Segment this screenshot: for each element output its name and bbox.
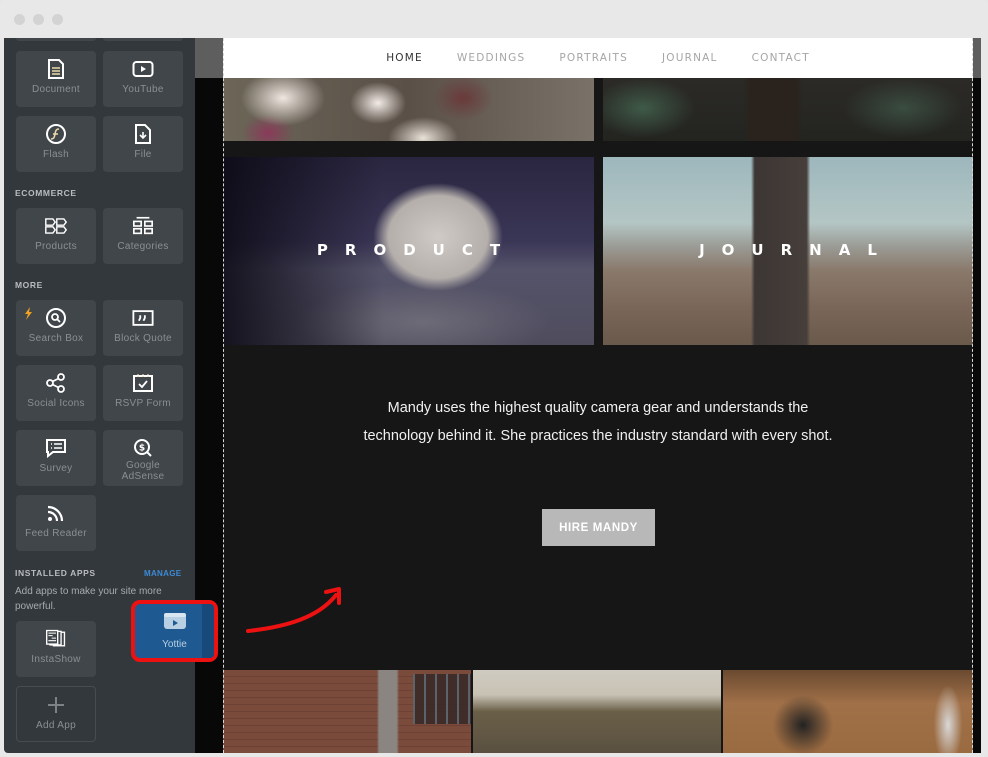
tile-label: Survey: [39, 463, 73, 474]
wedding-couple-photo: [723, 670, 973, 753]
tile-flash[interactable]: Flash: [16, 116, 96, 172]
tile-above-edge: [103, 38, 183, 41]
site-tagline: Mandy uses the highest quality camera ge…: [223, 394, 973, 450]
photographer-photo: [473, 670, 721, 753]
tile-label: Products: [35, 241, 77, 252]
drag-direction-arrow-icon: [246, 587, 341, 633]
layout-guide-right: [972, 38, 973, 753]
product-tile[interactable]: PRODUCT: [223, 157, 594, 345]
journal-tile[interactable]: JOURNAL: [603, 157, 973, 345]
rss-icon: [45, 502, 67, 524]
tile-above-edge: [16, 38, 96, 41]
instashow-icon: [45, 628, 67, 650]
tile-label: Social Icons: [27, 398, 85, 409]
yottie-label: Yottie: [162, 639, 187, 650]
tagline-line: Mandy uses the highest quality camera ge…: [387, 400, 809, 416]
tile-categories[interactable]: Categories: [103, 208, 183, 264]
survey-icon: [45, 437, 67, 459]
tile-rsvp-form[interactable]: RSVP Form: [103, 365, 183, 421]
tile-label: Add App: [36, 720, 76, 731]
site-canvas: HOME WEDDINGS PORTRAITS JOURNAL CONTACT …: [195, 38, 981, 753]
svg-text:$: $: [139, 444, 145, 454]
products-icon: [45, 215, 67, 237]
tile-label: InstaShow: [31, 654, 81, 665]
section-label-more: MORE: [15, 280, 43, 290]
youtube-icon: [132, 58, 154, 80]
tagline-line: technology behind it. She practices the …: [363, 428, 833, 444]
nav-journal[interactable]: JOURNAL: [662, 52, 718, 64]
tile-label-line: AdSense: [121, 471, 165, 482]
plus-icon: [45, 694, 67, 716]
layout-guide-left: [223, 38, 224, 753]
document-icon: [45, 58, 67, 80]
window-controls: [14, 14, 63, 25]
drag-tile-shade: [202, 604, 214, 658]
tile-instashow[interactable]: InstaShow: [16, 621, 96, 677]
flash-icon: [45, 123, 67, 145]
nav-home[interactable]: HOME: [386, 52, 423, 64]
tile-products[interactable]: Products: [16, 208, 96, 264]
yottie-icon: [163, 612, 187, 635]
portrait-photo: [603, 78, 973, 141]
search-icon: [45, 307, 67, 329]
calendar-check-icon: [132, 372, 154, 394]
section-label-installed-apps: INSTALLED APPS: [15, 568, 96, 578]
tile-label: Search Box: [28, 333, 84, 344]
tile-label: File: [134, 149, 152, 160]
journal-tile-title: JOURNAL: [699, 241, 894, 259]
tile-feed-reader[interactable]: Feed Reader: [16, 495, 96, 551]
categories-icon: [132, 215, 154, 237]
tile-label: Categories: [117, 241, 169, 252]
share-icon: [45, 372, 67, 394]
nav-portraits[interactable]: PORTRAITS: [559, 52, 628, 64]
product-tile-title: PRODUCT: [316, 241, 518, 259]
flowers-photo: [223, 78, 594, 141]
adsense-icon: $: [132, 437, 154, 459]
window-grate: [413, 674, 471, 724]
tile-label: RSVP Form: [115, 398, 171, 409]
nav-weddings[interactable]: WEDDINGS: [457, 52, 526, 64]
hire-mandy-button[interactable]: HIRE MANDY: [542, 509, 655, 546]
tile-label-line: Google: [125, 460, 161, 471]
section-label-ecommerce: ECOMMERCE: [15, 188, 77, 198]
tile-survey[interactable]: Survey: [16, 430, 96, 486]
file-icon: [132, 123, 154, 145]
tile-label: Document: [32, 84, 80, 95]
nav-contact[interactable]: CONTACT: [752, 52, 810, 64]
tile-label: Feed Reader: [25, 528, 87, 539]
lightning-icon: [24, 307, 33, 325]
tile-document[interactable]: Document: [16, 51, 96, 107]
minimize-dot[interactable]: [33, 14, 44, 25]
browser-window: Document YouTube Flash File ECOMMERCE Pr…: [0, 0, 988, 757]
tile-search-box[interactable]: Search Box: [16, 300, 96, 356]
site-nav: HOME WEDDINGS PORTRAITS JOURNAL CONTACT: [223, 38, 973, 78]
manage-apps-link[interactable]: MANAGE: [144, 569, 181, 578]
tile-social-icons[interactable]: Social Icons: [16, 365, 96, 421]
tile-youtube[interactable]: YouTube: [103, 51, 183, 107]
site-preview: HOME WEDDINGS PORTRAITS JOURNAL CONTACT …: [223, 38, 973, 753]
add-app-button[interactable]: Add App: [16, 686, 96, 742]
maximize-dot[interactable]: [52, 14, 63, 25]
tile-file[interactable]: File: [103, 116, 183, 172]
brick-wall-photo: [223, 670, 471, 753]
tile-label: Google AdSense: [122, 460, 165, 482]
tile-label: Flash: [43, 149, 69, 160]
close-dot[interactable]: [14, 14, 25, 25]
dragging-yottie-tile[interactable]: Yottie: [131, 600, 218, 662]
tile-label: YouTube: [122, 84, 164, 95]
tile-block-quote[interactable]: Block Quote: [103, 300, 183, 356]
tile-label: Block Quote: [114, 333, 172, 344]
tile-google-adsense[interactable]: $ Google AdSense: [103, 430, 183, 486]
quote-icon: [132, 307, 154, 329]
